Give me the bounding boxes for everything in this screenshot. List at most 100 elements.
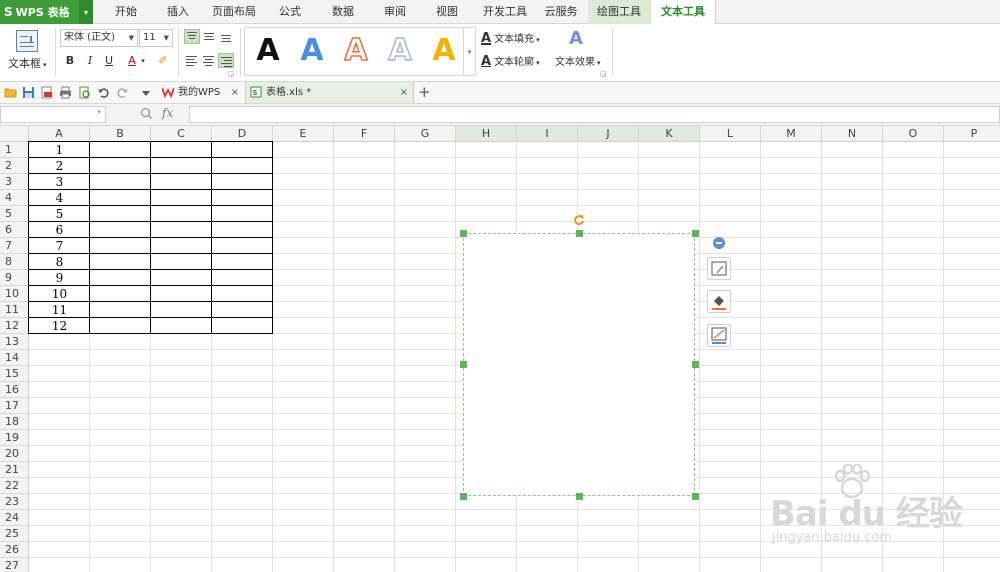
clear-format-icon[interactable]: ✐ bbox=[155, 53, 171, 69]
select-all-corner[interactable] bbox=[0, 126, 29, 142]
row-header[interactable]: 4 bbox=[0, 190, 29, 206]
table-cell[interactable]: 7 bbox=[29, 238, 90, 254]
row-header[interactable]: 12 bbox=[0, 318, 29, 334]
align-top-button[interactable] bbox=[184, 29, 200, 44]
textbox-button[interactable]: 文本框 ▾ bbox=[8, 55, 47, 71]
font-name-select[interactable]: 宋体 (正文) ▼ bbox=[60, 29, 138, 47]
customize-dropdown-icon[interactable] bbox=[141, 88, 151, 98]
shape-fill-button[interactable] bbox=[707, 290, 731, 313]
resize-handle-bottom[interactable] bbox=[576, 493, 583, 500]
new-tab-button[interactable]: + bbox=[416, 82, 434, 103]
row-header[interactable]: 22 bbox=[0, 478, 29, 494]
close-icon[interactable]: × bbox=[231, 82, 239, 103]
textbox-icon[interactable] bbox=[16, 30, 38, 52]
row-header[interactable]: 26 bbox=[0, 542, 29, 558]
row-header[interactable]: 20 bbox=[0, 446, 29, 462]
row-header[interactable]: 1 bbox=[0, 142, 29, 158]
row-header[interactable]: 23 bbox=[0, 494, 29, 510]
column-header[interactable]: I bbox=[517, 126, 578, 142]
shape-style-button[interactable] bbox=[707, 257, 731, 280]
resize-handle-bottom-right[interactable] bbox=[692, 493, 699, 500]
row-header[interactable]: 25 bbox=[0, 526, 29, 542]
text-effect-button[interactable]: 文本效果 ▾ bbox=[555, 53, 601, 68]
column-header[interactable]: L bbox=[700, 126, 761, 142]
column-header[interactable]: D bbox=[212, 126, 273, 142]
selected-textbox-shape[interactable] bbox=[463, 233, 695, 496]
save-icon[interactable] bbox=[22, 86, 35, 99]
font-color-dropdown-icon[interactable]: ▾ bbox=[139, 53, 147, 69]
tab-review[interactable]: 审阅 bbox=[372, 0, 418, 24]
app-menu-button[interactable]: S WPS 表格 ▾ bbox=[0, 0, 93, 24]
align-right-button[interactable] bbox=[218, 53, 234, 68]
row-header[interactable]: 21 bbox=[0, 462, 29, 478]
align-left-button[interactable] bbox=[184, 53, 200, 68]
row-header[interactable]: 17 bbox=[0, 398, 29, 414]
formula-input[interactable] bbox=[189, 106, 1000, 123]
column-header[interactable]: J bbox=[578, 126, 639, 142]
open-folder-icon[interactable] bbox=[4, 86, 17, 99]
row-header[interactable]: 18 bbox=[0, 414, 29, 430]
undo-icon[interactable] bbox=[97, 86, 110, 99]
row-header[interactable]: 6 bbox=[0, 222, 29, 238]
table-cell[interactable]: 8 bbox=[29, 254, 90, 270]
resize-handle-left[interactable] bbox=[460, 361, 467, 368]
table-cell[interactable]: 9 bbox=[29, 270, 90, 286]
rotate-handle-icon[interactable] bbox=[573, 214, 585, 226]
column-header[interactable]: K bbox=[639, 126, 700, 142]
tab-page-layout[interactable]: 页面布局 bbox=[206, 0, 262, 24]
app-menu-dropdown-icon[interactable]: ▾ bbox=[79, 0, 93, 24]
row-header[interactable]: 2 bbox=[0, 158, 29, 174]
resize-handle-bottom-left[interactable] bbox=[460, 493, 467, 500]
doc-tab-spreadsheet[interactable]: S 表格.xls * × bbox=[245, 82, 414, 103]
column-header[interactable]: H bbox=[456, 126, 517, 142]
export-pdf-icon[interactable] bbox=[40, 86, 53, 99]
tab-text-tools[interactable]: 文本工具 bbox=[650, 0, 716, 25]
print-preview-icon[interactable] bbox=[78, 86, 91, 99]
row-header[interactable]: 9 bbox=[0, 270, 29, 286]
tab-insert[interactable]: 插入 bbox=[155, 0, 201, 24]
table-cell[interactable]: 11 bbox=[29, 302, 90, 318]
table-cell[interactable]: 2 bbox=[29, 158, 90, 174]
gallery-more-icon[interactable]: ▾ bbox=[464, 27, 476, 76]
name-box[interactable]: ▾ bbox=[0, 106, 106, 123]
align-middle-button[interactable] bbox=[201, 29, 217, 44]
align-bottom-button[interactable] bbox=[218, 29, 234, 44]
row-header[interactable]: 3 bbox=[0, 174, 29, 190]
tab-view[interactable]: 视图 bbox=[424, 0, 470, 24]
text-outline-button[interactable]: A 文本轮廓 ▾ bbox=[481, 53, 540, 69]
text-style-blue-outline[interactable]: A bbox=[381, 31, 419, 71]
row-header[interactable]: 10 bbox=[0, 286, 29, 302]
doc-tab-my-wps[interactable]: 我的WPS × bbox=[158, 82, 244, 103]
redo-icon[interactable] bbox=[116, 86, 129, 99]
align-center-button[interactable] bbox=[201, 53, 217, 68]
tab-data[interactable]: 数据 bbox=[320, 0, 366, 24]
text-effect-icon[interactable]: A bbox=[569, 28, 583, 49]
tab-developer[interactable]: 开发工具 bbox=[477, 0, 533, 24]
bold-button[interactable]: B bbox=[62, 53, 78, 69]
column-header[interactable]: E bbox=[273, 126, 334, 142]
row-header[interactable]: 15 bbox=[0, 366, 29, 382]
text-style-black[interactable]: A bbox=[249, 31, 287, 71]
font-size-select[interactable]: 11 ▼ bbox=[139, 29, 173, 47]
column-header[interactable]: N bbox=[822, 126, 883, 142]
insert-function-button[interactable]: fx bbox=[162, 106, 173, 120]
dialog-launcher-icon[interactable]: ◲ bbox=[600, 70, 607, 78]
text-style-blue[interactable]: A bbox=[293, 31, 331, 71]
shape-outline-button[interactable] bbox=[707, 324, 731, 347]
table-cell[interactable]: 1 bbox=[29, 142, 90, 158]
row-header[interactable]: 11 bbox=[0, 302, 29, 318]
row-header[interactable]: 16 bbox=[0, 382, 29, 398]
font-color-button[interactable]: A bbox=[124, 53, 140, 69]
column-header[interactable]: M bbox=[761, 126, 822, 142]
resize-handle-top-right[interactable] bbox=[692, 230, 699, 237]
row-header[interactable]: 24 bbox=[0, 510, 29, 526]
table-cell[interactable]: 3 bbox=[29, 174, 90, 190]
tab-drawing-tools[interactable]: 绘图工具 bbox=[588, 0, 650, 24]
print-icon[interactable] bbox=[59, 86, 72, 99]
tab-cloud-service[interactable]: 云服务 bbox=[538, 0, 584, 24]
tab-formulas[interactable]: 公式 bbox=[268, 0, 312, 24]
zoom-magnifier-icon[interactable] bbox=[140, 107, 153, 120]
column-header[interactable]: A bbox=[29, 126, 90, 142]
row-header[interactable]: 14 bbox=[0, 350, 29, 366]
column-header[interactable]: F bbox=[334, 126, 395, 142]
